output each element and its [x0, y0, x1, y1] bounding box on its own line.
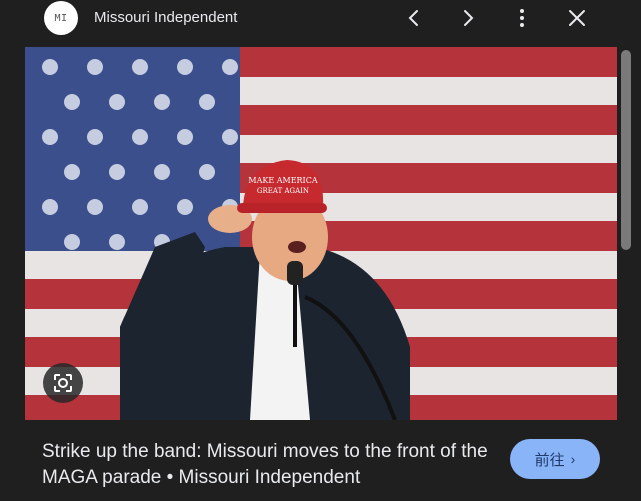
- more-vert-icon: [520, 9, 524, 27]
- scrollbar-thumb[interactable]: [621, 50, 631, 250]
- image-preview-panel: MI Missouri Independent MAKE AMERICA GRE…: [0, 0, 641, 501]
- hat-text-line1: MAKE AMERICA: [248, 176, 317, 185]
- chevron-right-icon: [464, 10, 474, 26]
- lens-button[interactable]: [43, 363, 83, 403]
- visit-button-label: 前往: [534, 451, 565, 469]
- close-button[interactable]: [565, 6, 589, 30]
- visit-button[interactable]: 前往 ›: [510, 439, 600, 479]
- preview-image[interactable]: MAKE AMERICA GREAT AGAIN: [25, 47, 617, 420]
- chevron-left-icon: [408, 10, 418, 26]
- next-button[interactable]: [456, 6, 480, 30]
- result-title[interactable]: Strike up the band: Missouri moves to th…: [42, 439, 502, 491]
- lens-search-icon: [54, 374, 72, 392]
- source-name[interactable]: Missouri Independent: [94, 9, 237, 26]
- preview-header: MI Missouri Independent: [0, 0, 641, 38]
- chevron-right-icon: ›: [570, 451, 576, 467]
- more-options-button[interactable]: [510, 6, 534, 30]
- photo-flag-speaker: MAKE AMERICA GREAT AGAIN: [25, 47, 617, 420]
- previous-button[interactable]: [402, 6, 426, 30]
- hat-text-line2: GREAT AGAIN: [257, 187, 309, 195]
- source-logo[interactable]: MI: [44, 1, 78, 35]
- source-logo-text: MI: [54, 12, 68, 24]
- close-icon: [569, 10, 585, 26]
